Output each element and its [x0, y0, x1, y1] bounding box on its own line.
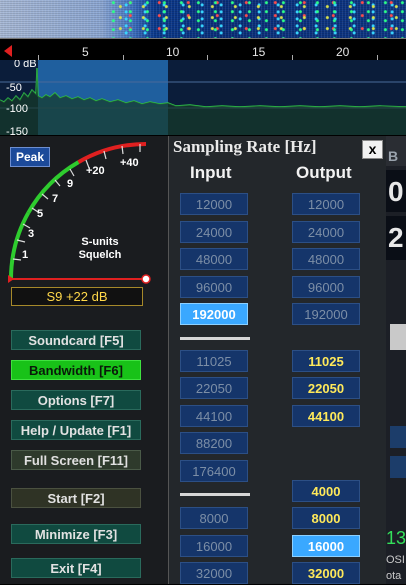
output-column-header: Output: [296, 163, 352, 182]
spectrum-trace: [0, 67, 406, 135]
meter-scale-label: +20: [86, 165, 105, 177]
edge-fragment: 13: [386, 528, 406, 548]
input-rate-22050[interactable]: 22050: [180, 377, 248, 399]
frequency-scale[interactable]: 5 10 15 20: [0, 38, 406, 61]
edge-fragment: 2: [388, 222, 404, 253]
input-rate-8000[interactable]: 8000: [180, 507, 248, 529]
bandwidth-button[interactable]: Bandwidth [F6]: [11, 360, 141, 380]
input-rate-88200[interactable]: 88200: [180, 432, 248, 454]
signal-level-readout: S9 +22 dB: [11, 287, 143, 306]
output-rate-192000[interactable]: 192000: [292, 303, 360, 325]
edge-fragment: 0: [388, 176, 404, 207]
scale-tick-label: 5: [82, 45, 89, 59]
input-rate-96000[interactable]: 96000: [180, 276, 248, 298]
meter-scale-label: +40: [120, 157, 139, 169]
minimize-button[interactable]: Minimize [F3]: [11, 524, 141, 544]
input-rate-32000[interactable]: 32000: [180, 562, 248, 584]
db-label: -150: [6, 126, 29, 135]
db-label: -100: [6, 103, 29, 115]
edge-fragment: ota: [386, 570, 402, 582]
output-rate-32000[interactable]: 32000: [292, 562, 360, 584]
meter-scale-label: 7: [52, 193, 59, 205]
input-column-header: Input: [190, 163, 232, 182]
full-screen-button[interactable]: Full Screen [F11]: [11, 450, 141, 470]
edge-button: [390, 324, 406, 350]
dialog-title: Sampling Rate [Hz]: [173, 137, 317, 156]
exit-button[interactable]: Exit [F4]: [11, 558, 141, 578]
waterfall-display[interactable]: [0, 0, 406, 38]
input-rate-48000[interactable]: 48000: [180, 248, 248, 270]
options-button[interactable]: Options [F7]: [11, 390, 141, 410]
tuning-marker-icon[interactable]: [4, 45, 12, 57]
start-button[interactable]: Start [F2]: [11, 488, 141, 508]
input-rate-192000[interactable]: 192000: [180, 303, 248, 325]
edge-fragment: B: [388, 148, 399, 164]
output-rate-8000[interactable]: 8000: [292, 507, 360, 529]
output-rate-4000[interactable]: 4000: [292, 480, 360, 502]
meter-scale-label: 5: [37, 208, 44, 220]
input-rate-176400[interactable]: 176400: [180, 460, 248, 482]
s-units-label: S-units: [81, 236, 119, 248]
output-rate-48000[interactable]: 48000: [292, 248, 360, 270]
s-units-squelch-label: S-units Squelch: [70, 236, 130, 262]
input-rate-11025[interactable]: 11025: [180, 350, 248, 372]
group-separator: [180, 493, 250, 496]
output-rate-16000[interactable]: 16000: [292, 535, 360, 557]
input-rate-12000[interactable]: 12000: [180, 193, 248, 215]
scale-tick-label: 15: [252, 45, 266, 59]
output-rate-22050[interactable]: 22050: [292, 377, 360, 399]
close-button[interactable]: x: [362, 140, 383, 159]
meter-scale-label: 1: [22, 249, 29, 261]
output-rate-24000[interactable]: 24000: [292, 221, 360, 243]
group-separator: [180, 337, 250, 340]
meter-scale-label: 9: [67, 178, 74, 190]
spectrum-display[interactable]: 0 dB -50 -100 -150: [0, 60, 406, 135]
scale-tick-label: 20: [336, 45, 350, 59]
output-rate-11025[interactable]: 11025: [292, 350, 360, 372]
db-label: 0 dB: [14, 60, 37, 70]
input-rate-24000[interactable]: 24000: [180, 221, 248, 243]
input-rate-44100[interactable]: 44100: [180, 405, 248, 427]
output-rate-44100[interactable]: 44100: [292, 405, 360, 427]
help-update-button[interactable]: Help / Update [F1]: [11, 420, 141, 440]
output-rate-96000[interactable]: 96000: [292, 276, 360, 298]
input-rate-16000[interactable]: 16000: [180, 535, 248, 557]
background-window-edge: B 0 2 13 OSI ota: [386, 136, 406, 584]
peak-button[interactable]: Peak: [10, 147, 50, 167]
soundcard-button[interactable]: Soundcard [F5]: [11, 330, 141, 350]
output-rate-12000[interactable]: 12000: [292, 193, 360, 215]
edge-fragment: OSI: [386, 554, 405, 566]
squelch-label: Squelch: [78, 249, 122, 261]
scale-tick-label: 10: [166, 45, 180, 59]
meter-scale-label: 3: [28, 228, 35, 240]
db-label: -50: [6, 82, 22, 94]
